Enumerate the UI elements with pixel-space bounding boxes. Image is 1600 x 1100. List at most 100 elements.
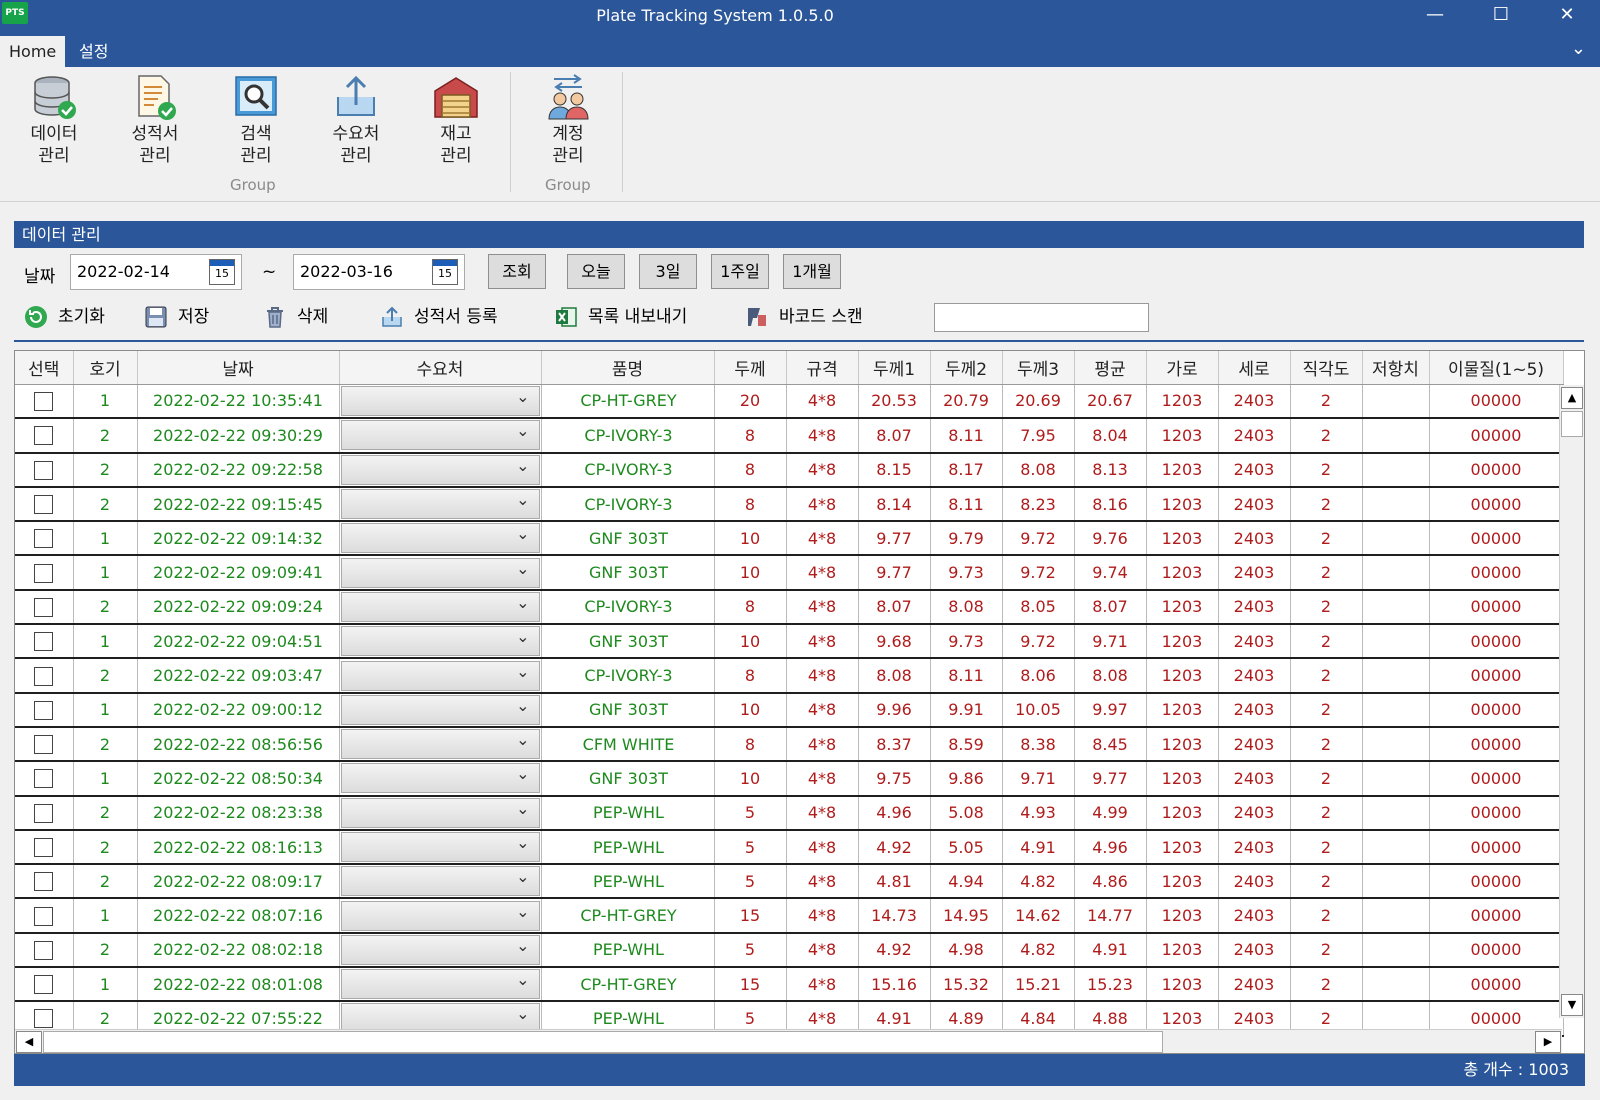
select-cell[interactable] (15, 384, 74, 420)
date-from-field[interactable]: 2022-02-14 15 (70, 254, 242, 290)
select-cell[interactable] (15, 658, 74, 694)
row-checkbox[interactable] (34, 597, 54, 617)
scroll-up-button[interactable]: ▲ (1561, 387, 1583, 409)
scroll-left-button[interactable]: ◀ (16, 1031, 42, 1053)
customer-manage-button[interactable]: 수요처 관리 (313, 73, 399, 167)
customer-cell[interactable] (339, 452, 542, 488)
customer-dropdown[interactable] (340, 900, 540, 931)
table-row[interactable]: 22022-02-22 08:02:18PEP-WHL54*84.924.984… (15, 932, 1564, 969)
col-header-select[interactable]: 선택 (15, 351, 74, 385)
row-checkbox[interactable] (34, 529, 54, 549)
col-header-date[interactable]: 날짜 (137, 351, 340, 385)
three-days-button[interactable]: 3일 (639, 254, 697, 289)
row-checkbox[interactable] (34, 391, 54, 411)
customer-dropdown[interactable] (340, 489, 540, 520)
table-row[interactable]: 22022-02-22 08:23:38PEP-WHL54*84.965.084… (15, 795, 1564, 831)
customer-dropdown[interactable] (340, 934, 540, 965)
query-button[interactable]: 조회 (488, 254, 546, 289)
row-checkbox[interactable] (34, 1009, 54, 1029)
maximize-button[interactable]: ☐ (1468, 0, 1534, 32)
minimize-button[interactable]: — (1402, 0, 1468, 32)
barcode-input[interactable] (934, 303, 1149, 332)
table-row[interactable]: 12022-02-22 08:01:08 CP-HT-GREY154*815.16… (15, 967, 1564, 1003)
select-cell[interactable] (15, 692, 74, 728)
customer-dropdown[interactable] (340, 969, 540, 1000)
report-manage-button[interactable]: 성적서 관리 (112, 73, 198, 167)
col-header-customer[interactable]: 수요처 (339, 351, 542, 385)
table-row[interactable]: 22022-02-22 09:15:45CP-IVORY-384*88.148.… (15, 486, 1564, 523)
customer-dropdown[interactable] (340, 763, 540, 794)
col-header-average[interactable]: 평균 (1074, 351, 1147, 385)
customer-cell[interactable] (339, 898, 542, 934)
customer-dropdown[interactable] (340, 420, 540, 451)
row-checkbox[interactable] (34, 872, 54, 892)
col-header-thickness1[interactable]: 두께1 (858, 351, 931, 385)
account-manage-button[interactable]: 계정 관리 (525, 73, 611, 167)
row-checkbox[interactable] (34, 940, 54, 960)
ribbon-collapse-icon[interactable]: ⌄ (1571, 38, 1586, 59)
select-cell[interactable] (15, 555, 74, 591)
customer-cell[interactable] (339, 864, 542, 900)
row-checkbox[interactable] (34, 495, 54, 515)
scroll-thumb[interactable] (43, 1031, 1163, 1053)
select-cell[interactable] (15, 589, 74, 626)
barcode-scan-button[interactable]: 바코드 스캔 (745, 304, 863, 330)
select-cell[interactable] (15, 726, 74, 763)
table-row[interactable]: 22022-02-22 09:22:58CP-IVORY-384*88.158.… (15, 452, 1564, 488)
customer-dropdown[interactable] (340, 591, 540, 622)
table-row[interactable]: 12022-02-22 09:14:32GNF 303T104*89.779.7… (15, 521, 1564, 557)
table-row[interactable]: 12022-02-22 09:09:41GNF 303T104*89.779.7… (15, 555, 1564, 591)
customer-dropdown[interactable] (340, 385, 540, 416)
customer-cell[interactable] (339, 589, 542, 626)
table-row[interactable]: 12022-02-22 08:07:16 CP-HT-GREY154*814.73… (15, 898, 1564, 934)
row-checkbox[interactable] (34, 735, 54, 755)
customer-dropdown[interactable] (340, 626, 540, 657)
col-header-resistance[interactable]: 저항치 (1362, 351, 1430, 385)
customer-dropdown[interactable] (340, 557, 540, 588)
select-cell[interactable] (15, 452, 74, 488)
one-month-button[interactable]: 1개월 (783, 254, 841, 289)
horizontal-scrollbar[interactable]: ◀ ▶ (15, 1029, 1562, 1053)
table-row[interactable]: 22022-02-22 09:30:29CP-IVORY-384*88.078.… (15, 418, 1564, 454)
export-list-button[interactable]: 목록 내보내기 (554, 304, 687, 330)
customer-dropdown[interactable] (340, 866, 540, 897)
customer-cell[interactable] (339, 761, 542, 797)
customer-cell[interactable] (339, 418, 542, 454)
register-report-button[interactable]: 성적서 등록 (380, 304, 498, 330)
delete-button[interactable]: 삭제 (263, 304, 328, 330)
col-header-squareness[interactable]: 직각도 (1290, 351, 1363, 385)
date-to-field[interactable]: 2022-03-16 15 (293, 254, 465, 290)
select-cell[interactable] (15, 864, 74, 900)
select-cell[interactable] (15, 761, 74, 797)
row-checkbox[interactable] (34, 460, 54, 480)
customer-cell[interactable] (339, 521, 542, 557)
save-button[interactable]: 저장 (144, 304, 209, 330)
col-header-thickness2[interactable]: 두께2 (930, 351, 1003, 385)
select-cell[interactable] (15, 418, 74, 454)
search-manage-button[interactable]: 검색 관리 (213, 73, 299, 167)
customer-dropdown[interactable] (340, 523, 540, 554)
customer-dropdown[interactable] (340, 660, 540, 691)
customer-cell[interactable] (339, 932, 542, 969)
tab-home[interactable]: Home (0, 36, 66, 67)
row-checkbox[interactable] (34, 769, 54, 789)
customer-cell[interactable] (339, 967, 542, 1003)
row-checkbox[interactable] (34, 426, 54, 446)
select-cell[interactable] (15, 829, 74, 866)
row-checkbox[interactable] (34, 700, 54, 720)
reset-button[interactable]: 초기화 (24, 304, 105, 330)
customer-cell[interactable] (339, 692, 542, 728)
select-cell[interactable] (15, 624, 74, 660)
select-cell[interactable] (15, 486, 74, 523)
row-checkbox[interactable] (34, 838, 54, 857)
customer-cell[interactable] (339, 555, 542, 591)
select-cell[interactable] (15, 967, 74, 1003)
col-header-thickness3[interactable]: 두께3 (1002, 351, 1075, 385)
table-row[interactable]: 12022-02-22 10:35:41 CP-HT-GREY204*820.53… (15, 384, 1564, 420)
scroll-right-button[interactable]: ▶ (1535, 1031, 1561, 1053)
table-row[interactable]: 22022-02-22 09:09:24CP-IVORY-384*88.078.… (15, 589, 1564, 626)
select-cell[interactable] (15, 521, 74, 557)
row-checkbox[interactable] (34, 563, 54, 583)
customer-cell[interactable] (339, 486, 542, 523)
table-row[interactable]: 22022-02-22 08:56:56CFM WHITE84*88.378.5… (15, 726, 1564, 763)
